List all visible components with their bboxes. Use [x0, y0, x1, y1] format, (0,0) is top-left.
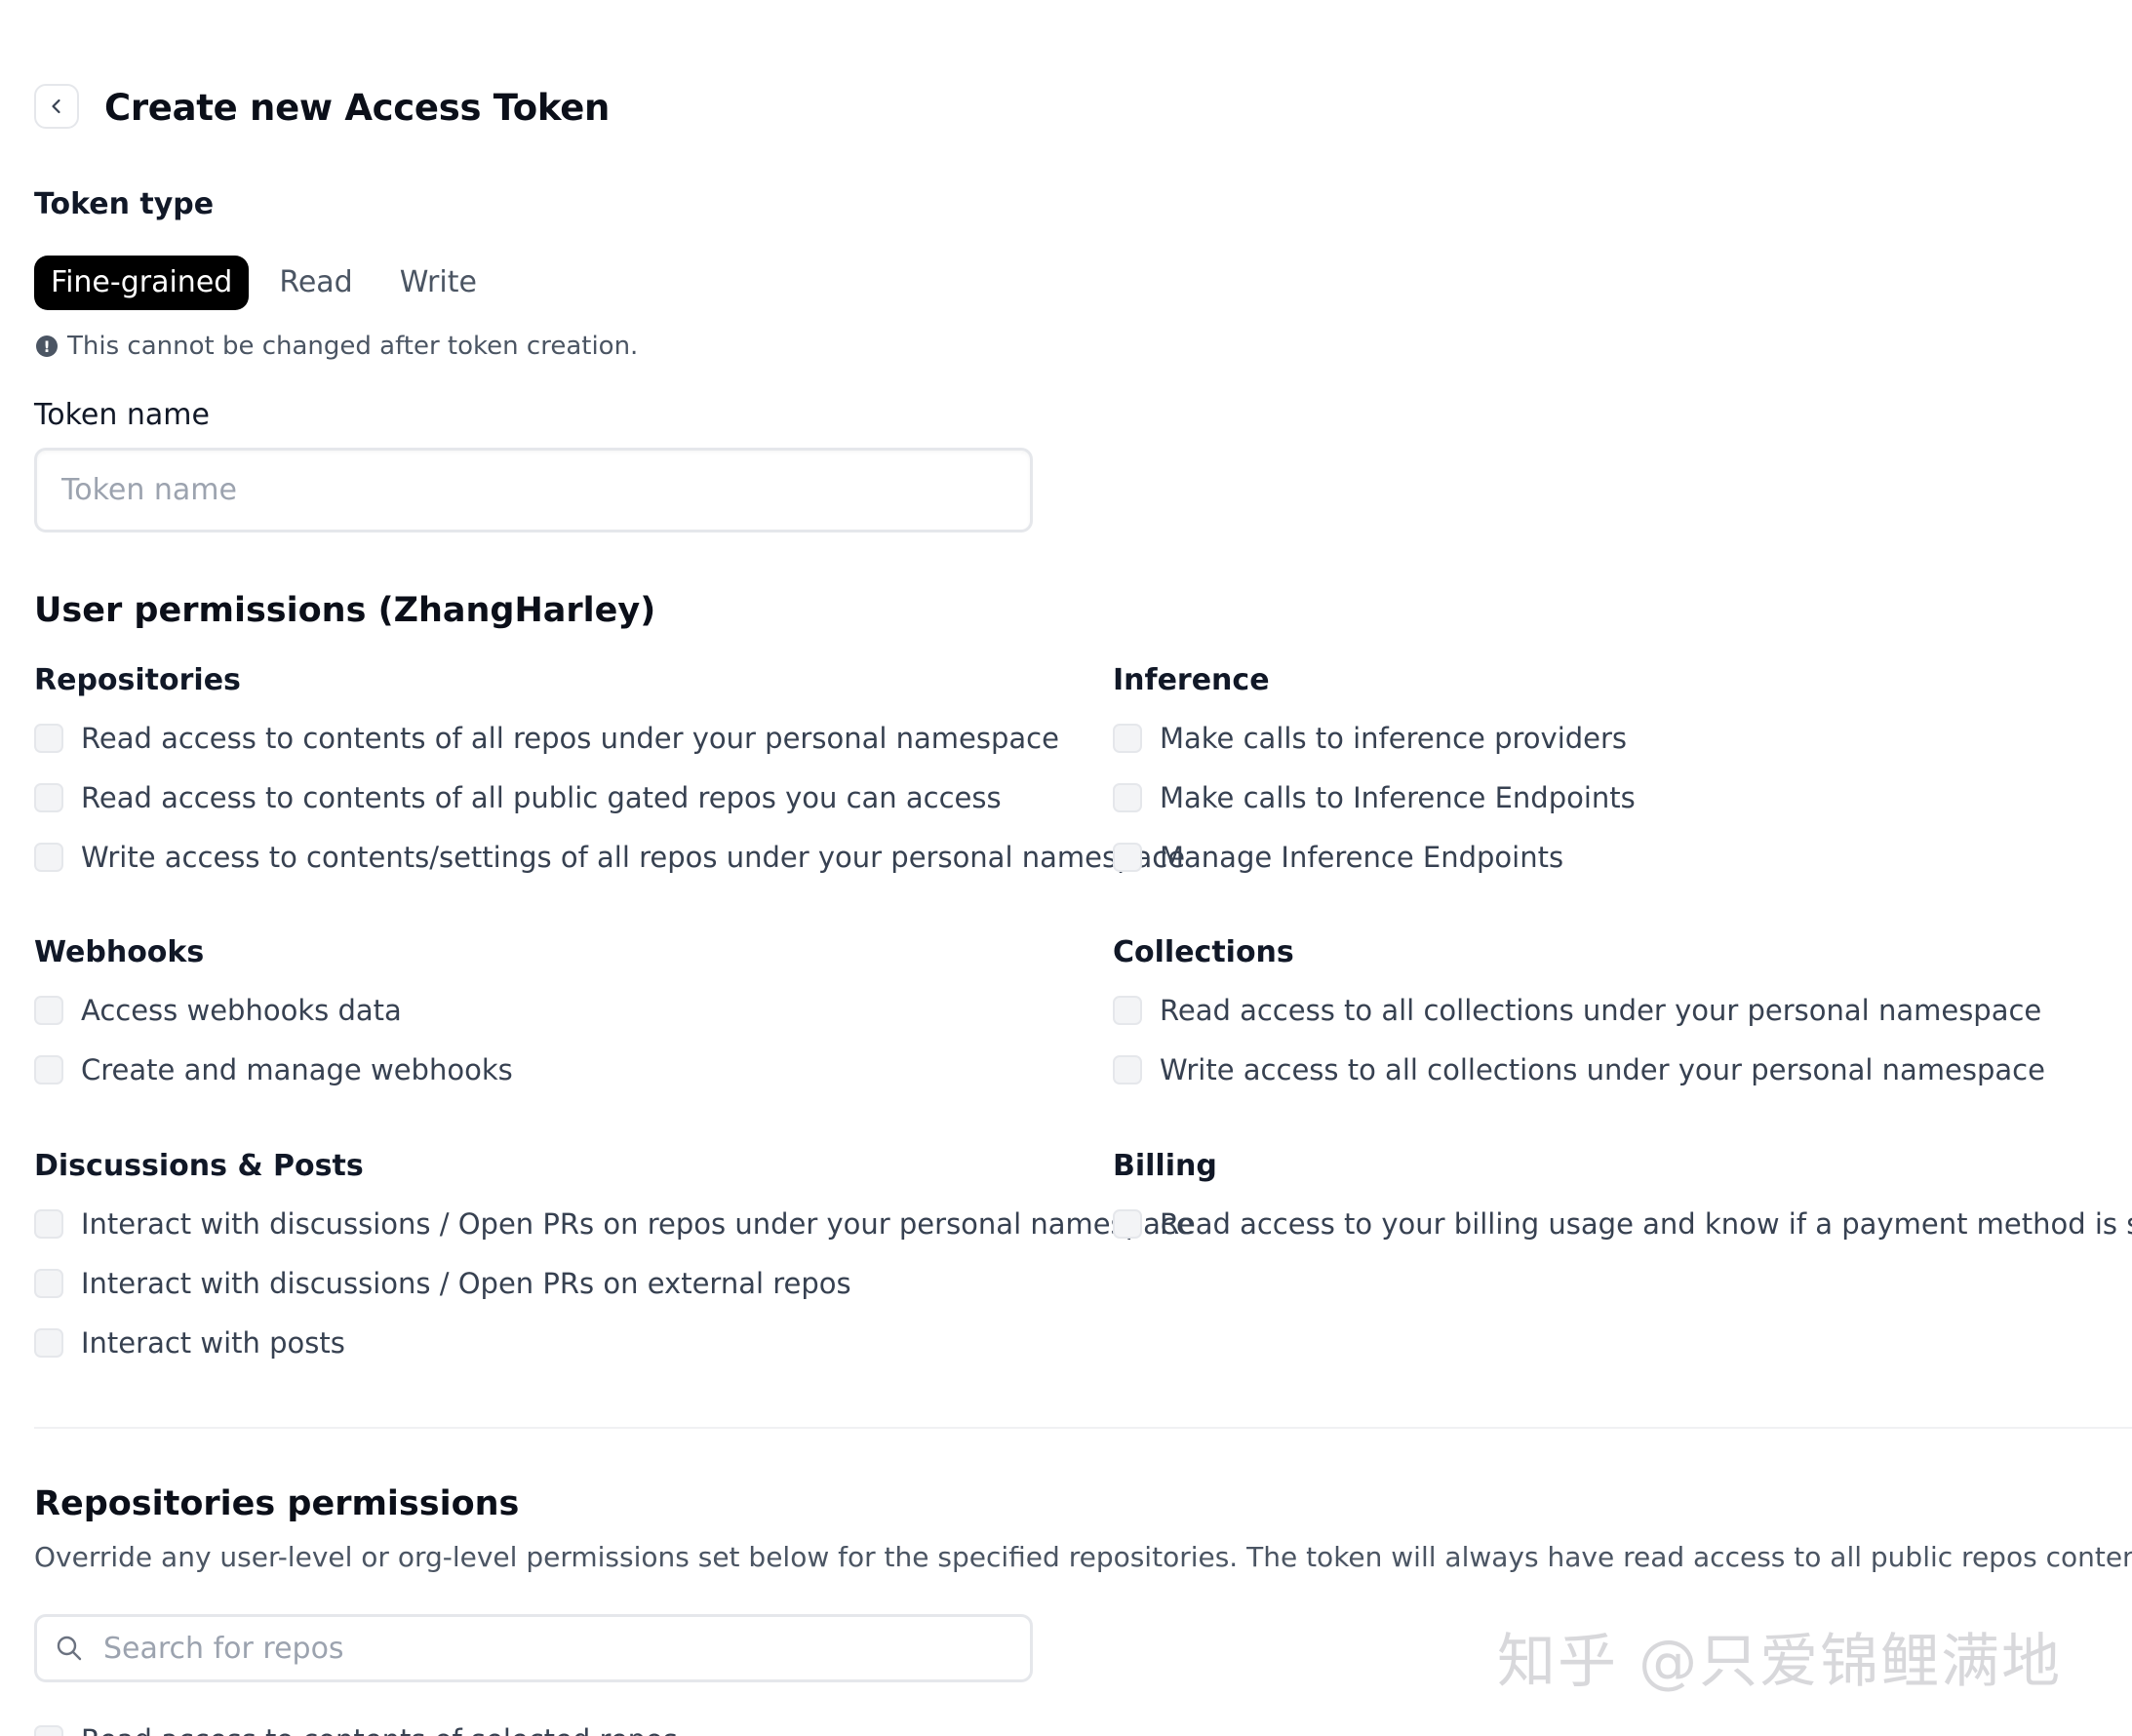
collections-group: Collections Read access to all collectio…: [1113, 933, 2045, 1110]
notice-text: This cannot be changed after token creat…: [67, 332, 639, 361]
checkbox[interactable]: [34, 1209, 63, 1239]
perm-label: Write access to all collections under yo…: [1160, 1053, 2045, 1086]
perm-repos-write-personal[interactable]: Write access to contents/settings of all…: [34, 838, 1185, 877]
perm-repos-read-personal[interactable]: Read access to contents of all repos und…: [34, 719, 1185, 758]
repo-search-input[interactable]: [94, 1619, 1030, 1677]
watermark: 知乎 @只爱锦鲤满地: [1497, 1628, 2063, 1696]
checkbox[interactable]: [34, 996, 63, 1025]
perm-inference-providers[interactable]: Make calls to inference providers: [1113, 719, 1636, 758]
page-title: Create new Access Token: [104, 87, 611, 129]
back-button[interactable]: [34, 84, 79, 129]
perm-inference-endpoints-call[interactable]: Make calls to Inference Endpoints: [1113, 778, 1636, 817]
perm-label: Interact with discussions / Open PRs on …: [81, 1267, 851, 1300]
perm-label: Write access to contents/settings of all…: [81, 841, 1186, 874]
token-name-label: Token name: [34, 398, 210, 432]
perm-webhooks-read[interactable]: Access webhooks data: [34, 991, 513, 1030]
perm-discussions-personal[interactable]: Interact with discussions / Open PRs on …: [34, 1204, 1194, 1243]
discussions-title: Discussions & Posts: [34, 1149, 364, 1183]
checkbox[interactable]: [1113, 724, 1142, 753]
token-type-fine-grained[interactable]: Fine-grained: [34, 256, 250, 310]
checkbox[interactable]: [34, 1328, 63, 1358]
perm-webhooks-manage[interactable]: Create and manage webhooks: [34, 1050, 513, 1089]
perm-label: Read access to contents of selected repo…: [81, 1723, 678, 1736]
token-type-selector: Fine-grained Read Write: [34, 256, 507, 310]
perm-inference-endpoints-manage[interactable]: Manage Inference Endpoints: [1113, 838, 1636, 877]
create-token-page: Create new Access Token Token type Fine-…: [0, 0, 2132, 1736]
discussions-group: Discussions & Posts Interact with discus…: [34, 1147, 1194, 1383]
checkbox[interactable]: [34, 1269, 63, 1298]
collections-title: Collections: [1113, 935, 1294, 969]
perm-label: Read access to your billing usage and kn…: [1160, 1207, 2132, 1241]
exclamation-circle-icon: !: [36, 335, 58, 357]
inference-group: Inference Make calls to inference provid…: [1113, 661, 1636, 897]
perm-discussions-external[interactable]: Interact with discussions / Open PRs on …: [34, 1264, 1194, 1303]
section-divider: [34, 1427, 2132, 1429]
perm-label: Read access to all collections under you…: [1160, 994, 2042, 1027]
perm-label: Make calls to Inference Endpoints: [1160, 781, 1636, 814]
repositories-title: Repositories: [34, 663, 241, 697]
token-name-input[interactable]: [34, 448, 1033, 533]
token-type-notice: ! This cannot be changed after token cre…: [36, 329, 638, 364]
webhooks-title: Webhooks: [34, 935, 205, 969]
inference-title: Inference: [1113, 663, 1270, 697]
checkbox[interactable]: [34, 783, 63, 812]
perm-repos-read-gated[interactable]: Read access to contents of all public ga…: [34, 778, 1185, 817]
token-type-read[interactable]: Read: [262, 256, 369, 310]
checkbox[interactable]: [34, 724, 63, 753]
perm-label: Read access to contents of all repos und…: [81, 722, 1059, 755]
perm-label: Access webhooks data: [81, 994, 402, 1027]
token-type-write[interactable]: Write: [383, 256, 494, 310]
repo-search-box: [34, 1614, 1033, 1682]
perm-label: Read access to contents of all public ga…: [81, 781, 1002, 814]
billing-title: Billing: [1113, 1149, 1217, 1183]
token-type-label: Token type: [34, 187, 215, 221]
perm-label: Interact with discussions / Open PRs on …: [81, 1207, 1194, 1241]
checkbox[interactable]: [1113, 843, 1142, 872]
search-icon: [55, 1634, 94, 1663]
perm-label: Interact with posts: [81, 1326, 345, 1360]
repositories-permissions-description: Override any user-level or org-level per…: [34, 1541, 2132, 1573]
billing-group: Billing Read access to your billing usag…: [1113, 1147, 2132, 1264]
perm-collections-write[interactable]: Write access to all collections under yo…: [1113, 1050, 2045, 1089]
perm-label: Manage Inference Endpoints: [1160, 841, 1564, 874]
user-permissions-title: User permissions (ZhangHarley): [34, 591, 656, 630]
checkbox[interactable]: [1113, 996, 1142, 1025]
checkbox[interactable]: [1113, 783, 1142, 812]
perm-label: Create and manage webhooks: [81, 1053, 513, 1086]
perm-selected-repos-read[interactable]: Read access to contents of selected repo…: [34, 1720, 678, 1736]
perm-label: Make calls to inference providers: [1160, 722, 1628, 755]
perm-collections-read[interactable]: Read access to all collections under you…: [1113, 991, 2045, 1030]
repositories-permissions-title: Repositories permissions: [34, 1484, 520, 1523]
perm-billing-read[interactable]: Read access to your billing usage and kn…: [1113, 1204, 2132, 1243]
webhooks-group: Webhooks Access webhooks data Create and…: [34, 933, 513, 1110]
checkbox[interactable]: [34, 843, 63, 872]
checkbox[interactable]: [34, 1055, 63, 1085]
checkbox[interactable]: [34, 1725, 63, 1736]
perm-posts[interactable]: Interact with posts: [34, 1323, 1194, 1362]
repositories-group: Repositories Read access to contents of …: [34, 661, 1185, 897]
checkbox[interactable]: [1113, 1209, 1142, 1239]
checkbox[interactable]: [1113, 1055, 1142, 1085]
chevron-left-icon: [52, 99, 60, 114]
